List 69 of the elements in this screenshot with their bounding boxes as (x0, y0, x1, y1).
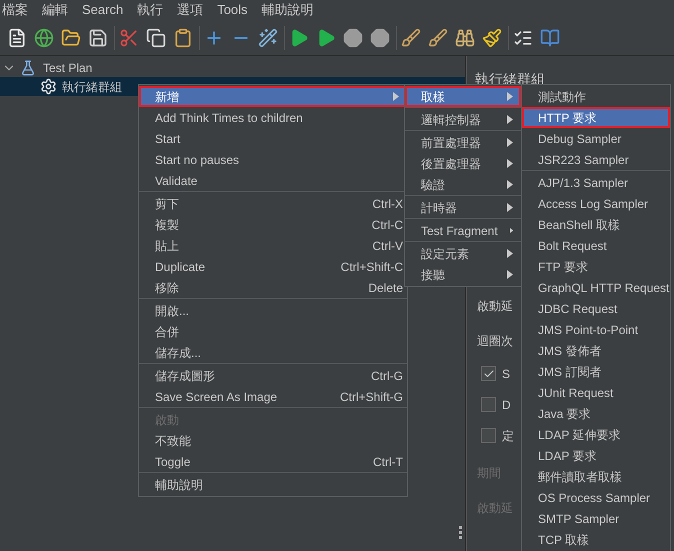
menu-item[interactable]: Toggle Ctrl-T (139, 451, 407, 472)
menu[interactable]: 執行 (137, 0, 164, 20)
menu-item[interactable]: 不致能 (139, 430, 407, 451)
menu-item[interactable]: SMTP Sampler (522, 508, 670, 529)
menu[interactable]: 選項 (177, 0, 204, 20)
menu[interactable]: 檔案 (2, 0, 28, 20)
check-icon (482, 368, 494, 380)
menu-item[interactable]: 儲存成圖形 Ctrl-G (139, 365, 407, 386)
menu-item[interactable]: Save Screen As Image Ctrl+Shift-G (139, 386, 407, 407)
checkbox-label: D (502, 396, 511, 414)
menu-item[interactable]: Bolt Request (522, 235, 670, 256)
menu-item[interactable]: LDAP 延伸要求 (522, 424, 670, 445)
field-label: 迴圈次 (477, 332, 513, 350)
menu-item[interactable]: JMS 發佈者 (522, 340, 670, 361)
menu-item[interactable]: Java 要求 (522, 403, 670, 424)
menu-item[interactable]: 取樣 (405, 86, 521, 107)
menu-item[interactable]: Start no pauses (139, 149, 407, 170)
menu-item[interactable]: 新增 (139, 86, 407, 107)
menu-item[interactable]: Debug Sampler (522, 128, 670, 149)
menu[interactable]: Search (82, 0, 124, 20)
menu-item[interactable]: HTTP 要求 (522, 107, 670, 128)
menu-item[interactable]: JSR223 Sampler (522, 149, 670, 170)
menu-item[interactable]: 合併 (139, 321, 407, 342)
menu-item[interactable]: 郵件讀取者取樣 (522, 466, 670, 487)
menu-item[interactable]: 接聽 (405, 264, 521, 285)
menu-item[interactable]: LDAP 要求 (522, 445, 670, 466)
menu-item[interactable]: JUnit Request (522, 382, 670, 403)
menu-item[interactable]: 邏輯控制器 (405, 109, 521, 130)
menu-item[interactable]: 設定元素 (405, 243, 521, 264)
menu-item[interactable]: 開啟... (139, 300, 407, 321)
checkbox-label: S (502, 366, 510, 382)
flask-icon (20, 60, 36, 76)
menu[interactable]: Tools (217, 0, 248, 20)
checkbox[interactable] (481, 366, 496, 381)
menu-item[interactable]: GraphQL HTTP Request (522, 277, 670, 298)
menu-item[interactable]: JMS Point-to-Point (522, 319, 670, 340)
menu-item[interactable]: BeanShell 取樣 (522, 214, 670, 235)
menu-item[interactable]: AJP/1.3 Sampler (522, 172, 670, 193)
checkbox-label: 定 (502, 428, 514, 444)
menu-item[interactable]: Access Log Sampler (522, 193, 670, 214)
menu-item[interactable]: 前置處理器 (405, 132, 521, 153)
menu-item[interactable]: 貼上 Ctrl-V (139, 235, 407, 256)
menu-item[interactable]: JDBC Request (522, 298, 670, 319)
menu-item[interactable]: FTP 要求 (522, 256, 670, 277)
field-label: 啟動延 (477, 298, 513, 314)
menu-item[interactable]: Validate (139, 170, 407, 191)
splitter-handle-icon[interactable] (459, 526, 462, 539)
menu[interactable]: 輔助說明 (262, 0, 314, 20)
menu-item[interactable]: 驗證 (405, 174, 521, 195)
menu-item[interactable]: 剪下 Ctrl-X (139, 193, 407, 214)
menu-item[interactable]: JMS 訂閱者 (522, 361, 670, 382)
menu-item[interactable]: 移除 Delete (139, 277, 407, 298)
menu-item[interactable]: 計時器 (405, 197, 521, 218)
menu-item[interactable]: 儲存成... (139, 342, 407, 363)
menu-item[interactable]: 輔助說明 (139, 474, 407, 495)
menu[interactable]: 編輯 (42, 0, 68, 20)
gear-icon (40, 78, 57, 95)
tree-item[interactable]: Test Plan (0, 58, 465, 77)
menu-item[interactable]: Duplicate Ctrl+Shift-C (139, 256, 407, 277)
menu-item[interactable]: Start (139, 128, 407, 149)
checkbox[interactable] (481, 428, 496, 443)
menu-item[interactable]: Test Fragment (405, 220, 521, 241)
menu-item[interactable]: 後置處理器 (405, 153, 521, 174)
menu-item[interactable]: Add Think Times to children (139, 107, 407, 128)
menu-item[interactable]: OS Process Sampler (522, 487, 670, 508)
menu-item[interactable]: 複製 Ctrl-C (139, 214, 407, 235)
menu-item[interactable]: TCP 取樣 (522, 529, 670, 550)
menu-item[interactable]: 測試動作 (522, 86, 670, 107)
checkbox[interactable] (481, 397, 496, 412)
